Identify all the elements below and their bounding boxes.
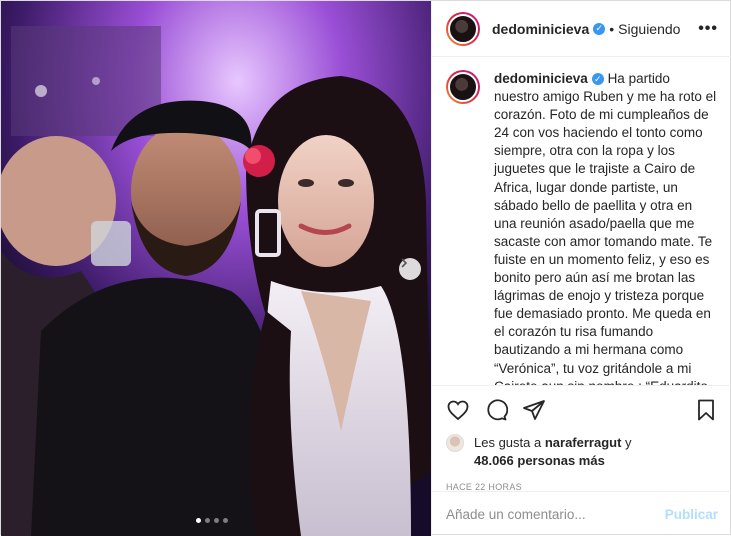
chevron-right-icon: [401, 258, 408, 268]
publish-button[interactable]: Publicar: [665, 507, 718, 522]
verified-icon: ✓: [591, 73, 604, 86]
likes-summary: Les gusta a naraferragut y 48.066 person…: [446, 434, 718, 470]
comment-form: Publicar: [432, 491, 731, 536]
caption-username[interactable]: dedominicieva: [494, 71, 588, 86]
post-dialog: dedominicieva ✓ • Siguiendo ••• dedomini…: [0, 0, 731, 536]
avatar[interactable]: [446, 11, 480, 46]
carousel-dot: [205, 518, 210, 523]
avatar[interactable]: [446, 70, 480, 104]
post-photo[interactable]: [1, 1, 431, 536]
share-icon[interactable]: [522, 398, 546, 422]
heart-icon[interactable]: [446, 398, 470, 422]
comment-input[interactable]: [446, 506, 665, 522]
bookmark-icon[interactable]: [694, 398, 718, 422]
carousel-indicator: [196, 518, 228, 523]
caption-body: dedominicieva ✓ Ha partido nuestro amigo …: [494, 70, 718, 385]
comment-icon[interactable]: [484, 398, 508, 422]
carousel-dot: [223, 518, 228, 523]
verified-icon: ✓: [593, 22, 606, 35]
follow-status-button[interactable]: Siguiendo: [618, 21, 680, 37]
more-icon[interactable]: •••: [698, 20, 718, 38]
post-header: dedominicieva ✓ • Siguiendo •••: [432, 1, 731, 57]
caption: dedominicieva ✓ Ha partido nuestro amigo …: [446, 70, 718, 385]
likes-connector: y: [625, 435, 632, 450]
photo-illustration: [1, 1, 431, 536]
carousel-dot: [214, 518, 219, 523]
likes-count-link[interactable]: 48.066 personas más: [474, 453, 605, 468]
caption-text: Ha partido nuestro amigo Ruben y me ha r…: [494, 71, 717, 385]
author-username[interactable]: dedominicieva: [492, 21, 589, 37]
action-bar: [446, 386, 718, 434]
avatar[interactable]: [446, 434, 464, 452]
carousel-dot: [196, 518, 201, 523]
post-side-panel: dedominicieva ✓ • Siguiendo ••• dedomini…: [431, 1, 731, 536]
header-separator: •: [609, 20, 615, 37]
likes-prefix: Les gusta a: [474, 435, 542, 450]
actions-section: Les gusta a naraferragut y 48.066 person…: [432, 385, 731, 492]
carousel-next-button[interactable]: [399, 258, 421, 280]
liker-username[interactable]: naraferragut: [545, 435, 622, 450]
